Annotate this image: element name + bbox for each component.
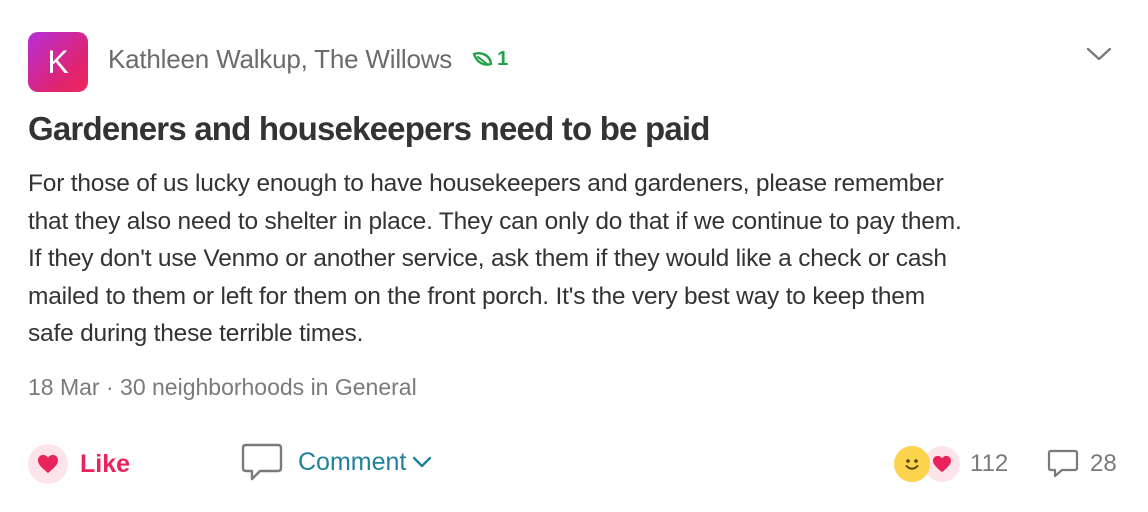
heart-icon [38, 454, 58, 474]
comment-label: Comment [298, 447, 407, 476]
author-name[interactable]: Kathleen Walkup, The Willows [108, 44, 452, 75]
comments-count[interactable]: 28 [1046, 448, 1117, 480]
like-icon-circle [28, 444, 68, 484]
like-label: Like [80, 449, 131, 478]
comment-button[interactable]: Comment [240, 442, 432, 482]
action-bar: Like Comment 112 28 [0, 440, 1148, 490]
post-meta[interactable]: 18 Mar · 30 neighborhoods in General [28, 374, 417, 401]
badge-count: 1 [497, 48, 509, 70]
post-title[interactable]: Gardeners and housekeepers need to be pa… [28, 110, 710, 148]
post-body-line: If they don't use Venmo or another servi… [28, 245, 947, 272]
chevron-down-icon [413, 456, 432, 468]
helpful-badge: 1 [472, 48, 508, 71]
smiley-icon [894, 446, 930, 482]
post-body-line: that they also need to shelter in place.… [28, 207, 962, 235]
like-button[interactable]: Like [28, 444, 130, 484]
comment-count: 28 [1090, 450, 1117, 477]
avatar[interactable]: K [28, 32, 88, 92]
post-header: Kathleen Walkup, The Willows 1 [108, 44, 508, 75]
reaction-count: 112 [970, 450, 1009, 477]
leaf-icon [472, 51, 493, 66]
speech-bubble-icon [241, 443, 283, 481]
post-body-line: For those of us lucky enough to have hou… [28, 170, 944, 197]
post-body-line: safe during these terrible times. [28, 320, 364, 347]
speech-bubble-icon [1047, 449, 1079, 478]
chevron-down-icon [1086, 47, 1112, 61]
post-body: For those of us lucky enough to have hou… [28, 165, 1118, 353]
post-body-line: mailed to them or left for them on the f… [28, 282, 925, 310]
reactions-summary[interactable]: 112 [894, 446, 1008, 482]
post-menu-button[interactable] [1084, 42, 1114, 66]
